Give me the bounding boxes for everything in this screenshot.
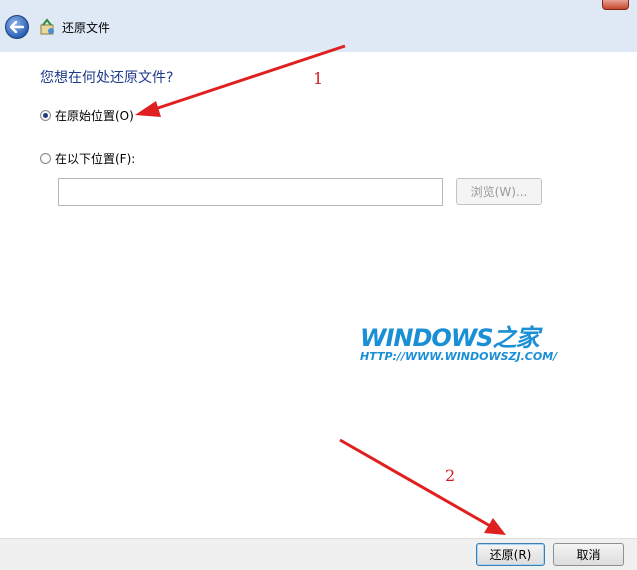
page-heading: 您想在何处还原文件? bbox=[40, 70, 174, 86]
restore-button[interactable]: 还原(R) bbox=[476, 543, 545, 566]
option-original-label: 在原始位置(O) bbox=[55, 109, 134, 123]
content-area bbox=[0, 52, 637, 538]
browse-button[interactable]: 浏览(W)... bbox=[456, 178, 542, 205]
watermark-url: HTTP://WWW.WINDOWSZJ.COM/ bbox=[360, 350, 558, 363]
title-bar: 还原文件 bbox=[0, 0, 637, 52]
annotation-step-1: 1 bbox=[313, 69, 324, 88]
radio-other-location[interactable] bbox=[40, 153, 51, 164]
radio-original-location[interactable] bbox=[40, 110, 51, 121]
option-other-label: 在以下位置(F): bbox=[55, 152, 136, 166]
option-original-location[interactable]: 在原始位置(O) bbox=[40, 107, 134, 124]
window-title: 还原文件 bbox=[62, 21, 111, 35]
location-path-input[interactable] bbox=[58, 178, 443, 206]
arrow-left-icon bbox=[10, 21, 24, 33]
watermark-logo: WINDOWS之家 bbox=[360, 324, 540, 352]
back-button[interactable] bbox=[5, 15, 29, 39]
close-button[interactable] bbox=[602, 0, 629, 10]
cancel-button[interactable]: 取消 bbox=[553, 543, 624, 566]
annotation-step-2: 2 bbox=[445, 466, 456, 485]
restore-files-icon bbox=[40, 18, 54, 35]
option-other-location[interactable]: 在以下位置(F): bbox=[40, 150, 135, 167]
